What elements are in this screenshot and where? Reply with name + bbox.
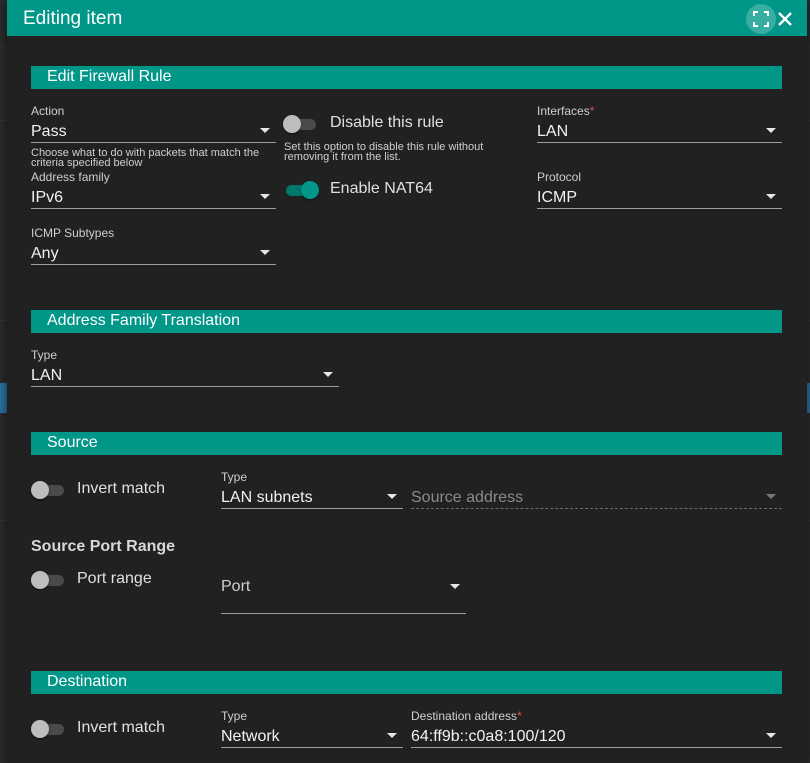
protocol-value: ICMP <box>537 189 577 206</box>
destination-address-label: Destination address* <box>411 709 522 723</box>
disable-rule-label: Disable this rule <box>330 114 444 131</box>
source-address-placeholder: Source address <box>411 489 524 506</box>
chevron-down-icon <box>766 733 776 738</box>
icmp-subtypes-select[interactable]: ICMP Subtypes Any <box>31 226 276 266</box>
required-marker: * <box>589 104 595 118</box>
destination-type-underline <box>221 747 403 748</box>
source-type-value: LAN subnets <box>221 489 313 506</box>
section-source: Source <box>31 432 782 455</box>
chevron-down-icon <box>450 584 460 589</box>
enable-nat64-label: Enable NAT64 <box>330 180 433 197</box>
section-title: Source <box>47 434 98 451</box>
destination-type-label: Type <box>221 709 248 723</box>
protocol-label: Protocol <box>537 170 582 184</box>
maximize-icon <box>753 11 769 27</box>
section-title: Address Family Translation <box>47 312 240 329</box>
source-address-underline <box>411 508 782 510</box>
dialog-titlebar: Editing item <box>7 0 807 36</box>
aft-type-value: LAN <box>31 367 63 384</box>
source-port-range-label: Port range <box>77 570 152 587</box>
protocol-select[interactable]: Protocol ICMP <box>537 170 782 210</box>
destination-address-label-text: Destination address <box>411 709 518 723</box>
source-invert-match-toggle[interactable] <box>31 480 67 500</box>
aft-type-label: Type <box>31 348 58 362</box>
disable-rule-hint: Set this option to disable this rule wit… <box>284 141 484 163</box>
toggle-knob <box>283 115 301 133</box>
chevron-down-icon <box>387 733 397 738</box>
toggle-knob <box>301 181 319 199</box>
dialog-title: Editing item <box>23 8 123 29</box>
source-type-underline <box>221 508 403 509</box>
icmp-subtypes-value: Any <box>31 245 59 262</box>
section-destination: Destination <box>31 671 782 694</box>
action-value: Pass <box>31 123 67 140</box>
source-port-underline <box>221 613 466 614</box>
close-button[interactable] <box>770 4 800 34</box>
source-port-range-toggle[interactable] <box>31 570 67 590</box>
section-address-family-translation: Address Family Translation <box>31 310 782 333</box>
protocol-underline <box>537 208 782 209</box>
destination-invert-match-label: Invert match <box>77 719 166 736</box>
source-invert-match-label: Invert match <box>77 480 166 497</box>
chevron-down-icon <box>260 194 270 199</box>
icmp-subtypes-underline <box>31 264 276 265</box>
chevron-down-icon <box>387 494 397 499</box>
destination-address-value: 64:ff9b::c0a8:100/120 <box>411 728 566 745</box>
interfaces-value: LAN <box>537 123 569 140</box>
address-family-underline <box>31 208 276 209</box>
interfaces-select[interactable]: Interfaces* LAN <box>537 104 782 144</box>
icmp-subtypes-label: ICMP Subtypes <box>31 226 115 240</box>
section-title: Destination <box>47 673 128 690</box>
destination-address-underline <box>411 747 782 748</box>
chevron-down-icon <box>260 128 270 133</box>
required-marker: * <box>517 709 522 723</box>
close-icon <box>778 12 792 26</box>
source-port-range-heading: Source Port Range <box>31 538 176 555</box>
toggle-knob <box>31 720 49 738</box>
aft-type-underline <box>31 386 339 387</box>
aft-type-select[interactable]: Type LAN <box>31 348 339 388</box>
chevron-down-icon <box>323 372 333 377</box>
chevron-down-icon <box>766 194 776 199</box>
edit-dialog: Editing item Edit Firewall Rule Action P… <box>7 0 807 763</box>
chevron-down-icon <box>766 494 776 499</box>
section-title: Edit Firewall Rule <box>47 68 172 85</box>
source-type-label: Type <box>221 470 248 484</box>
chevron-down-icon <box>766 128 776 133</box>
destination-invert-match-toggle[interactable] <box>31 719 67 739</box>
toggle-knob <box>31 571 49 589</box>
destination-address-select[interactable]: Destination address* 64:ff9b::c0a8:100/1… <box>411 709 782 749</box>
action-hint: Choose what to do with packets that matc… <box>31 147 260 169</box>
section-edit-firewall-rule: Edit Firewall Rule <box>31 66 782 89</box>
destination-type-select[interactable]: Type Network <box>221 709 403 749</box>
interfaces-label-text: Interfaces <box>537 104 590 118</box>
interfaces-underline <box>537 142 782 143</box>
action-select[interactable]: Action Pass <box>31 104 276 144</box>
source-port-placeholder: Port <box>221 578 251 595</box>
backdrop-selection-marker <box>0 383 7 413</box>
toggle-knob <box>31 481 49 499</box>
address-family-label: Address family <box>31 170 110 184</box>
action-underline <box>31 142 276 143</box>
address-family-select[interactable]: Address family IPv6 <box>31 170 276 210</box>
source-type-select[interactable]: Type LAN subnets <box>221 470 403 510</box>
address-family-value: IPv6 <box>31 189 64 206</box>
destination-type-value: Network <box>221 728 280 745</box>
enable-nat64-toggle[interactable] <box>283 180 319 200</box>
source-port-select[interactable]: Port <box>221 560 466 614</box>
chevron-down-icon <box>260 250 270 255</box>
source-address-select[interactable]: Source address <box>411 470 782 510</box>
disable-rule-toggle[interactable] <box>283 114 319 134</box>
action-label: Action <box>31 104 65 118</box>
interfaces-label: Interfaces* <box>537 104 594 118</box>
